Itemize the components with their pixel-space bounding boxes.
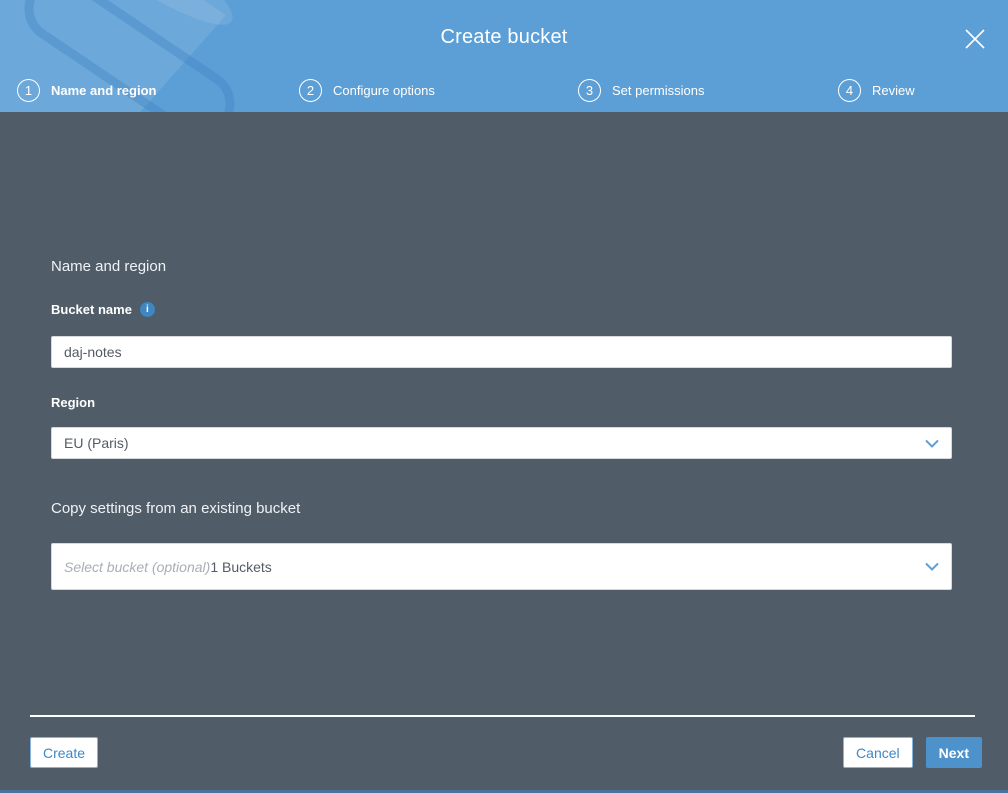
create-button[interactable]: Create	[30, 737, 99, 768]
footer-divider	[30, 715, 975, 717]
step-configure-options: 2 Configure options	[299, 78, 435, 102]
footer-actions: Cancel Next	[843, 737, 982, 768]
step-1-circle: 1	[17, 78, 40, 102]
info-icon[interactable]: i	[139, 302, 155, 317]
bucket-select-placeholder: Select bucket (optional)	[64, 558, 211, 575]
step-review: 4 Review	[838, 78, 915, 102]
modal-title: Create bucket	[440, 26, 568, 48]
step-3-label: Set permissions	[612, 82, 705, 98]
copy-settings-bucket-select[interactable]: Select bucket (optional) 1 Buckets	[51, 543, 952, 590]
step-set-permissions: 3 Set permissions	[578, 78, 704, 102]
bucket-count: 1 Buckets	[210, 558, 272, 575]
region-selected-value: EU (Paris)	[64, 435, 129, 451]
modal-header: Create bucket 1 Name and region 2 Config…	[0, 0, 1008, 112]
step-4-circle: 4	[838, 78, 861, 102]
cancel-button[interactable]: Cancel	[843, 737, 913, 768]
chevron-down-icon	[925, 439, 939, 448]
step-2-circle: 2	[299, 78, 322, 102]
close-icon	[965, 29, 985, 49]
section-title-copy-settings: Copy settings from an existing bucket	[51, 500, 301, 517]
region-label: Region	[51, 395, 96, 410]
close-button[interactable]	[960, 24, 990, 54]
create-bucket-modal: Create bucket 1 Name and region 2 Config…	[0, 0, 1008, 793]
bucket-name-label: Bucket name i	[51, 302, 155, 317]
step-2-label: Configure options	[333, 82, 435, 98]
step-4-label: Review	[872, 82, 915, 98]
next-button[interactable]: Next	[925, 737, 982, 768]
step-3-circle: 3	[578, 78, 601, 102]
section-title-name-and-region: Name and region	[51, 258, 167, 275]
modal-body: Name and region Bucket name i Region EU …	[0, 112, 1008, 793]
chevron-down-icon	[925, 562, 939, 571]
region-select[interactable]: EU (Paris)	[51, 427, 952, 459]
step-name-and-region: 1 Name and region	[17, 78, 156, 102]
bucket-name-input[interactable]	[51, 336, 952, 368]
step-1-label: Name and region	[51, 82, 157, 98]
